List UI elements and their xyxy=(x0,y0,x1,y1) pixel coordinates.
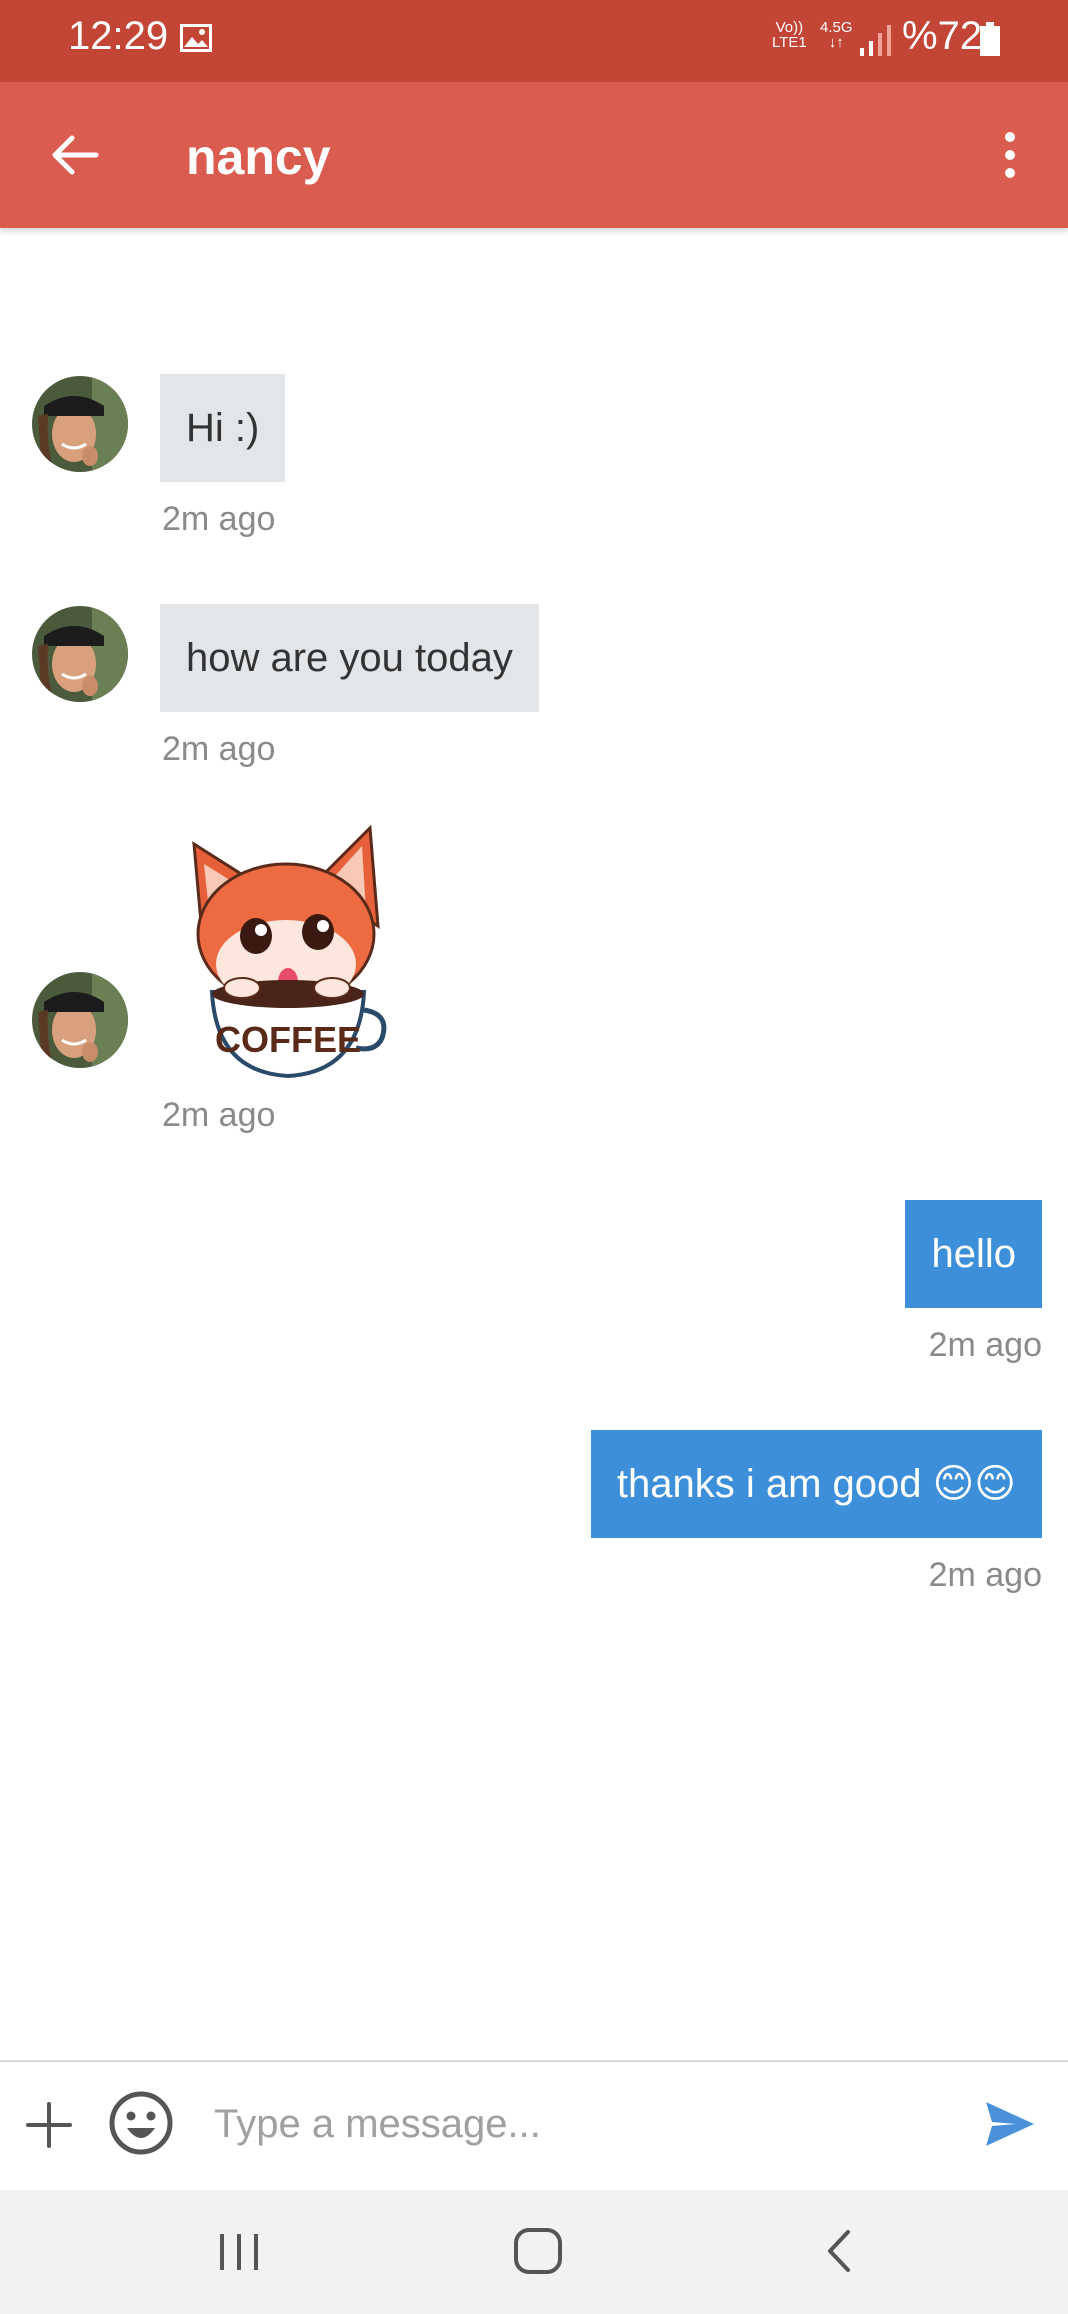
chat-title: nancy xyxy=(186,129,331,185)
message-timestamp: 2m ago xyxy=(928,1556,1042,1594)
message-timestamp: 2m ago xyxy=(162,1096,276,1134)
message-input[interactable] xyxy=(214,2086,934,2162)
message-timestamp: 2m ago xyxy=(928,1326,1042,1364)
message-bubble-outgoing[interactable]: hello xyxy=(905,1200,1042,1308)
back-arrow-icon[interactable] xyxy=(40,120,110,190)
recents-icon[interactable] xyxy=(214,2230,264,2274)
home-icon[interactable] xyxy=(510,2226,566,2276)
volte-indicator: Vo)) LTE1 xyxy=(772,19,807,51)
message-composer xyxy=(0,2060,1068,2190)
app-bar: nancy xyxy=(0,82,1068,228)
network-type-indicator: 4.5G ↓↑ xyxy=(820,19,853,51)
avatar[interactable] xyxy=(32,972,128,1068)
message-list[interactable]: Hi :) 2m ago how are you today 2m ago CO… xyxy=(0,228,1068,2060)
avatar[interactable] xyxy=(32,376,128,472)
plus-icon[interactable] xyxy=(24,2100,74,2150)
avatar[interactable] xyxy=(32,606,128,702)
status-time: 12:29 xyxy=(68,14,169,58)
status-bar: 12:29 Vo)) LTE1 4.5G ↓↑ %72 xyxy=(0,0,1068,82)
signal-icon xyxy=(860,25,891,56)
emoji-icon[interactable] xyxy=(108,2090,174,2156)
message-bubble-outgoing[interactable]: thanks i am good 😊😊 xyxy=(590,1430,1042,1538)
message-bubble-incoming[interactable]: Hi :) xyxy=(160,374,286,482)
sticker-caption: COFFEE xyxy=(215,1019,361,1060)
send-icon[interactable] xyxy=(982,2096,1038,2152)
fox-coffee-sticker[interactable]: COFFEE xyxy=(182,824,392,1084)
message-timestamp: 2m ago xyxy=(162,730,276,768)
battery-icon xyxy=(980,22,1000,56)
message-timestamp: 2m ago xyxy=(162,500,276,538)
message-bubble-incoming[interactable]: how are you today xyxy=(160,604,539,712)
more-vertical-icon[interactable] xyxy=(990,120,1030,190)
image-notification-icon xyxy=(180,24,212,52)
battery-percent: %72 xyxy=(902,14,983,58)
nav-back-icon[interactable] xyxy=(818,2226,858,2276)
system-nav-bar xyxy=(0,2190,1068,2314)
